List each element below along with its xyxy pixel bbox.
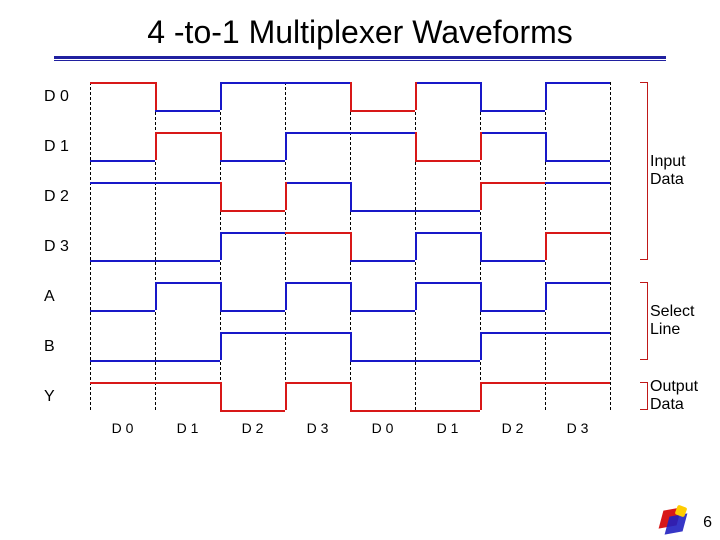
selection-label: D 2 bbox=[502, 420, 524, 436]
waveform bbox=[90, 182, 610, 210]
selection-label: D 3 bbox=[307, 420, 329, 436]
signal-label: Y bbox=[0, 388, 80, 406]
group-label: Output Data bbox=[650, 378, 710, 414]
waveform bbox=[90, 382, 610, 410]
signal-label: B bbox=[0, 338, 80, 356]
page-number: 6 bbox=[703, 514, 712, 532]
title-underline bbox=[54, 56, 666, 61]
selection-label: D 3 bbox=[567, 420, 589, 436]
signal-row: A bbox=[0, 282, 720, 310]
signal-row: B bbox=[0, 332, 720, 360]
selection-label: D 2 bbox=[242, 420, 264, 436]
waveform bbox=[90, 332, 610, 360]
signal-label: A bbox=[0, 288, 80, 306]
signal-row: D 0 bbox=[0, 82, 720, 110]
signal-label: D 3 bbox=[0, 238, 80, 256]
group-brace bbox=[637, 282, 648, 360]
waveform bbox=[90, 282, 610, 310]
group-brace bbox=[637, 82, 648, 260]
signal-label: D 1 bbox=[0, 138, 80, 156]
waveform-diagram: D 0 D 1 D 2 D 3 A B Y Input Data Select Line Out… bbox=[0, 70, 720, 540]
selection-label: D 1 bbox=[177, 420, 199, 436]
signal-row: D 2 bbox=[0, 182, 720, 210]
selection-label: D 0 bbox=[112, 420, 134, 436]
signal-label: D 0 bbox=[0, 88, 80, 106]
group-label: Select Line bbox=[650, 303, 710, 339]
signal-row: Y bbox=[0, 382, 720, 410]
signal-row: D 3 bbox=[0, 232, 720, 260]
signal-row: D 1 bbox=[0, 132, 720, 160]
group-brace bbox=[637, 382, 648, 410]
selection-label: D 1 bbox=[437, 420, 459, 436]
waveform bbox=[90, 82, 610, 110]
waveform bbox=[90, 232, 610, 260]
waveform bbox=[90, 132, 610, 160]
slide-logo-icon bbox=[658, 506, 688, 536]
signal-label: D 2 bbox=[0, 188, 80, 206]
selection-label: D 0 bbox=[372, 420, 394, 436]
slide-title: 4 -to-1 Multiplexer Waveforms bbox=[0, 14, 720, 51]
group-label: Input Data bbox=[650, 153, 710, 189]
